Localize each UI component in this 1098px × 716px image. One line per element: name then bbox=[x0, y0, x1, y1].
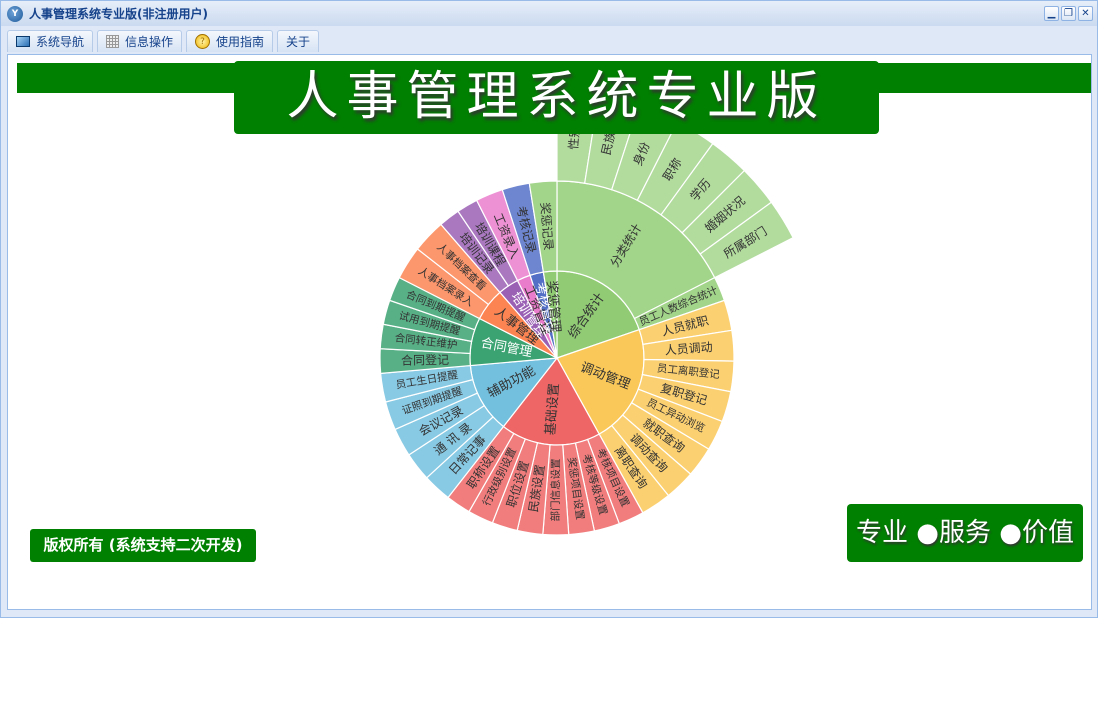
close-button[interactable]: ✕ bbox=[1078, 6, 1093, 21]
sunburst-label: 部门信息设置 bbox=[549, 458, 562, 521]
tab-label: 系统导航 bbox=[36, 35, 85, 49]
slogan-label: 专业 ●服务 ●价值 bbox=[847, 504, 1083, 562]
window-title: 人事管理系统专业版(非注册用户) bbox=[29, 7, 208, 21]
title-bar: Y 人事管理系统专业版(非注册用户) ▁ ❐ ✕ bbox=[1, 1, 1097, 26]
tab-about[interactable]: 关于 bbox=[277, 30, 320, 52]
restore-button[interactable]: ❐ bbox=[1061, 6, 1076, 21]
tab-label: 信息操作 bbox=[125, 35, 174, 49]
tab-user-guide[interactable]: ? 使用指南 bbox=[186, 30, 274, 52]
monitor-icon bbox=[16, 36, 30, 47]
menu-tabs: 系统导航 信息操作 ? 使用指南 关于 bbox=[7, 30, 320, 52]
copyright-label: 版权所有 (系统支持二次开发) bbox=[30, 529, 256, 562]
sunburst-label: 合同登记 bbox=[401, 352, 449, 368]
tab-system-navigation[interactable]: 系统导航 bbox=[7, 30, 94, 52]
tab-label: 使用指南 bbox=[216, 35, 265, 49]
grid-icon bbox=[106, 35, 120, 48]
minimize-button[interactable]: ▁ bbox=[1044, 6, 1059, 21]
banner-title: 人事管理系统专业版 bbox=[234, 61, 879, 134]
app-logo-icon: Y bbox=[7, 5, 23, 22]
tab-info-operation[interactable]: 信息操作 bbox=[97, 30, 183, 52]
main-content: 人事管理系统专业版 综合统计 分类统计 性别 民族 身份 职称 学历 婚姻状况 所属部门 员工人数… bbox=[7, 54, 1092, 610]
app-window: Y 人事管理系统专业版(非注册用户) ▁ ❐ ✕ 系统导航 信息操作 ? 使用指南… bbox=[0, 0, 1098, 618]
help-icon: ? bbox=[195, 34, 211, 49]
tab-label: 关于 bbox=[286, 35, 311, 49]
